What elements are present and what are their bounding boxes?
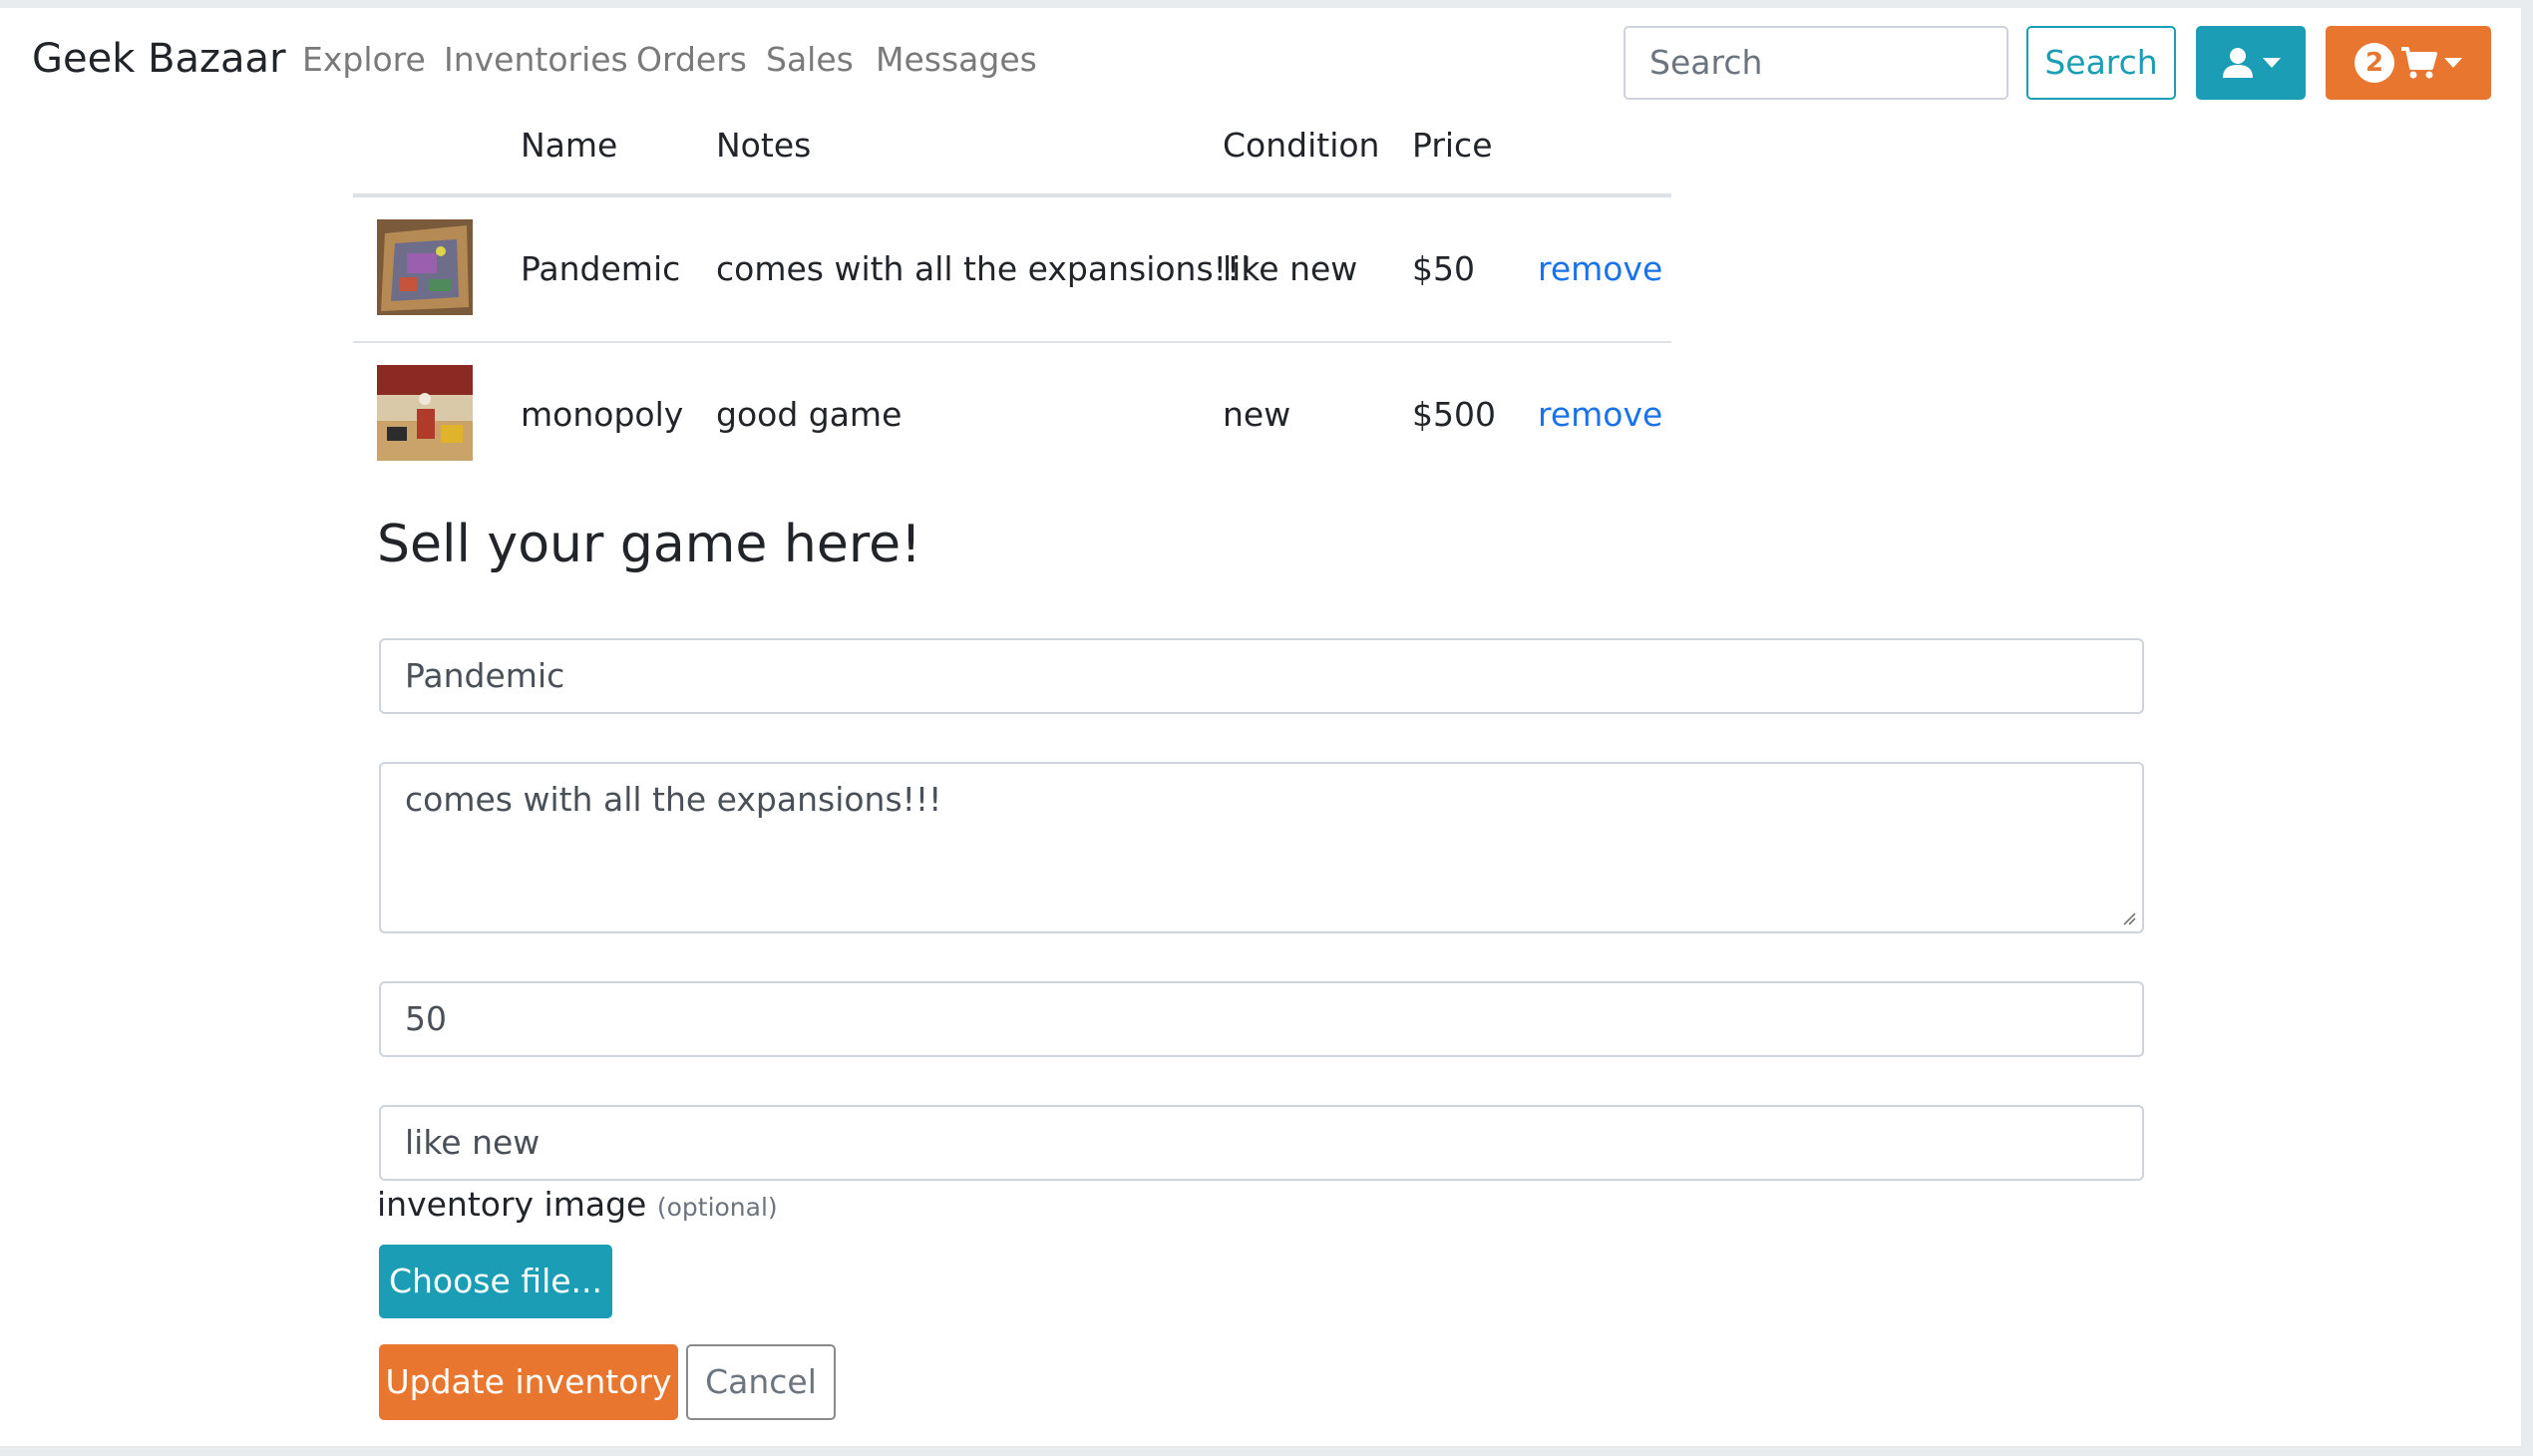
row-notes: comes with all the expansions!!! <box>716 249 1254 288</box>
cart-icon <box>2401 47 2437 79</box>
column-header-price: Price <box>1412 126 1493 165</box>
inventory-thumbnail <box>377 365 473 461</box>
row-name: monopoly <box>521 395 684 434</box>
row-condition: like new <box>1223 249 1358 288</box>
cancel-button[interactable]: Cancel <box>686 1344 836 1420</box>
page-title: Sell your game here! <box>377 515 921 574</box>
nav-explore[interactable]: Explore <box>302 40 426 79</box>
column-header-name: Name <box>521 126 618 165</box>
image-label: inventory image (optional) <box>377 1185 778 1224</box>
condition-input[interactable]: like new <box>379 1105 2144 1181</box>
nav-orders[interactable]: Orders <box>636 40 747 79</box>
browser-frame <box>0 0 2533 1456</box>
chevron-down-icon <box>2263 58 2281 68</box>
image-label-text: inventory image <box>377 1185 647 1224</box>
nav-messages[interactable]: Messages <box>876 40 1037 79</box>
notes-textarea[interactable]: comes with all the expansions!!! <box>379 762 2144 933</box>
row-notes: good game <box>716 395 903 434</box>
remove-link[interactable]: remove <box>1538 249 1662 288</box>
row-name: Pandemic <box>521 249 681 288</box>
row-price: $500 <box>1412 395 1496 434</box>
brand-logo[interactable]: Geek Bazaar <box>32 36 286 82</box>
search-input[interactable]: Search <box>1624 26 2008 100</box>
row-price: $50 <box>1412 249 1475 288</box>
name-input[interactable]: Pandemic <box>379 638 2144 714</box>
column-header-condition: Condition <box>1223 126 1380 165</box>
cart-button[interactable]: 2 <box>2326 26 2491 100</box>
nav-sales[interactable]: Sales <box>766 40 854 79</box>
update-inventory-button[interactable]: Update inventory <box>379 1344 678 1420</box>
cart-count-badge: 2 <box>2354 43 2394 83</box>
nav-inventories[interactable]: Inventories <box>444 40 628 79</box>
table-header-divider <box>353 193 1671 197</box>
user-menu-button[interactable] <box>2196 26 2306 100</box>
choose-file-button[interactable]: Choose file... <box>379 1245 612 1318</box>
notes-text: comes with all the expansions!!! <box>405 780 942 819</box>
remove-link[interactable]: remove <box>1538 395 1662 434</box>
row-divider <box>353 341 1671 343</box>
chevron-down-icon <box>2444 58 2462 68</box>
search-button[interactable]: Search <box>2026 26 2176 100</box>
user-icon <box>2223 48 2253 78</box>
resize-handle-icon[interactable] <box>2122 911 2136 925</box>
column-header-notes: Notes <box>716 126 812 165</box>
inventory-thumbnail <box>377 219 473 315</box>
row-condition: new <box>1223 395 1291 434</box>
optional-hint: (optional) <box>656 1193 778 1222</box>
price-input[interactable]: 50 <box>379 981 2144 1057</box>
